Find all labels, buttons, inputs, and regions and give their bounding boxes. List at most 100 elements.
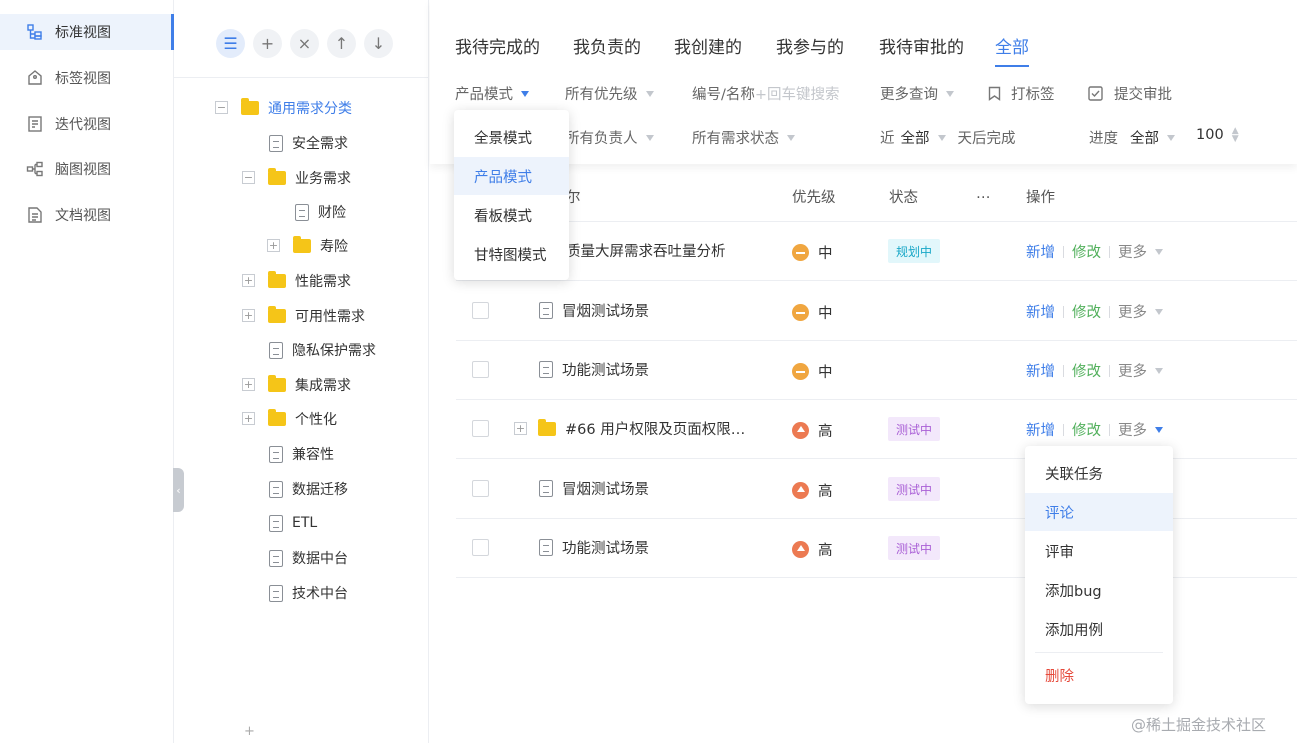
collapse-toggle[interactable]: −	[215, 101, 228, 114]
tree-node-folder[interactable]: + 性能需求	[242, 270, 351, 292]
table-row[interactable]: 质量大屏需求吞吐量分析 中 规划中 新增 修改 更多	[456, 222, 1297, 281]
tree-node-folder[interactable]: + 个性化	[242, 408, 337, 430]
menu-item-delete[interactable]: 删除	[1025, 656, 1173, 694]
progress-filter[interactable]: 进度 全部	[1089, 127, 1175, 148]
add-link[interactable]: 新增	[1026, 241, 1055, 262]
tree-node-folder[interactable]: − 通用需求分类	[215, 97, 352, 119]
column-header-more[interactable]: …	[976, 186, 991, 202]
tab-my-created[interactable]: 我创建的	[674, 33, 742, 58]
edit-link[interactable]: 修改	[1072, 301, 1101, 322]
nav-mindmap-view[interactable]: 脑图视图	[0, 151, 174, 187]
tree-node-folder[interactable]: + 集成需求	[242, 374, 351, 396]
tree-node-doc[interactable]: 财险	[295, 201, 346, 223]
tree-node-doc[interactable]: 安全需求	[269, 132, 348, 154]
expand-toggle[interactable]: +	[514, 422, 527, 435]
row-name[interactable]: #66 用户权限及页面权限…	[538, 418, 745, 439]
tag-icon	[28, 70, 42, 85]
add-node-button[interactable]: +	[253, 29, 282, 58]
more-dropdown-trigger[interactable]: 更多	[1118, 360, 1163, 381]
tree-node-folder[interactable]: + 可用性需求	[242, 305, 365, 327]
add-root-node-icon[interactable]: +	[244, 724, 255, 739]
table-row[interactable]: 功能测试场景 中 新增 修改 更多	[456, 341, 1297, 400]
menu-item-panorama-mode[interactable]: 全景模式	[454, 118, 569, 156]
collapse-toggle[interactable]: −	[242, 171, 255, 184]
tab-all[interactable]: 全部	[995, 33, 1029, 67]
row-name-label: 冒烟测试场景	[562, 482, 649, 498]
column-header-status[interactable]: 状态	[889, 186, 918, 207]
status-filter[interactable]: 所有需求状态	[692, 127, 795, 148]
tab-my-approval[interactable]: 我待审批的	[879, 33, 964, 58]
tree-node-folder[interactable]: − 业务需求	[242, 167, 351, 189]
tab-my-participated[interactable]: 我参与的	[776, 33, 844, 58]
menu-divider	[1035, 652, 1163, 653]
list-icon: ☰	[223, 34, 238, 53]
menu-item-kanban-mode[interactable]: 看板模式	[454, 196, 569, 234]
due-range-filter[interactable]: 近全部 天后完成	[880, 127, 1016, 148]
menu-item-product-mode[interactable]: 产品模式	[454, 157, 569, 195]
iteration-icon	[28, 116, 42, 132]
tree-node-doc[interactable]: 兼容性	[269, 443, 334, 465]
table-row[interactable]: 冒烟测试场景 中 新增 修改 更多	[456, 282, 1297, 341]
collapse-panel-handle[interactable]: ‹	[173, 468, 184, 512]
add-link[interactable]: 新增	[1026, 360, 1055, 381]
expand-toggle[interactable]: +	[242, 309, 255, 322]
edit-link[interactable]: 修改	[1072, 360, 1101, 381]
caret-down-icon	[937, 134, 946, 141]
tree-node-folder[interactable]: + 寿险	[267, 235, 348, 257]
menu-item-comment[interactable]: 评论	[1025, 493, 1173, 531]
row-name[interactable]: 质量大屏需求吞吐量分析	[566, 240, 726, 261]
tab-my-responsible[interactable]: 我负责的	[573, 33, 641, 58]
owner-filter[interactable]: 所有负责人	[565, 127, 654, 148]
row-checkbox[interactable]	[472, 539, 489, 556]
row-checkbox[interactable]	[472, 302, 489, 319]
priority-filter[interactable]: 所有优先级	[565, 83, 654, 104]
menu-item-add-testcase[interactable]: 添加用例	[1025, 610, 1173, 648]
tag-button[interactable]: 打标签	[987, 83, 1055, 104]
page-size-stepper[interactable]: 100 ▲ ▼	[1196, 127, 1239, 144]
nav-iteration-view[interactable]: 迭代视图	[0, 106, 174, 142]
more-label: 更多	[1118, 423, 1147, 439]
expand-toggle[interactable]: +	[242, 378, 255, 391]
search-input[interactable]: 编号/名称 +回车键搜索	[692, 83, 840, 104]
more-dropdown-trigger[interactable]: 更多	[1118, 419, 1163, 440]
menu-item-add-bug[interactable]: 添加bug	[1025, 571, 1173, 609]
add-link[interactable]: 新增	[1026, 419, 1055, 440]
more-dropdown-trigger[interactable]: 更多	[1118, 241, 1163, 262]
menu-item-gantt-mode[interactable]: 甘特图模式	[454, 235, 569, 273]
row-name[interactable]: 冒烟测试场景	[539, 300, 649, 321]
row-checkbox[interactable]	[472, 480, 489, 497]
tree-node-doc[interactable]: ETL	[269, 512, 317, 534]
expand-toggle[interactable]: +	[267, 239, 280, 252]
expand-toggle[interactable]: +	[242, 412, 255, 425]
row-checkbox[interactable]	[472, 420, 489, 437]
tree-node-doc[interactable]: 隐私保护需求	[269, 339, 376, 361]
row-name[interactable]: 功能测试场景	[539, 359, 649, 380]
menu-item-review[interactable]: 评审	[1025, 532, 1173, 570]
tree-node-doc[interactable]: 数据中台	[269, 547, 348, 569]
mode-select-value: 产品模式	[455, 87, 513, 103]
edit-link[interactable]: 修改	[1072, 419, 1101, 440]
move-up-button[interactable]: ↑	[327, 29, 356, 58]
add-link[interactable]: 新增	[1026, 301, 1055, 322]
tab-my-todo[interactable]: 我待完成的	[455, 33, 540, 58]
move-down-button[interactable]: ↓	[364, 29, 393, 58]
nav-standard-view[interactable]: 标准视图	[0, 14, 174, 50]
mode-select[interactable]: 产品模式	[455, 83, 529, 104]
list-view-button[interactable]: ☰	[216, 29, 245, 58]
more-query-button[interactable]: 更多查询	[880, 83, 954, 104]
row-name[interactable]: 功能测试场景	[539, 537, 649, 558]
more-dropdown-trigger[interactable]: 更多	[1118, 301, 1163, 322]
tree-node-doc[interactable]: 技术中台	[269, 582, 348, 604]
caret-down-icon	[787, 134, 795, 141]
menu-item-link-task[interactable]: 关联任务	[1025, 454, 1173, 492]
tree-node-doc[interactable]: 数据迁移	[269, 478, 348, 500]
row-name[interactable]: 冒烟测试场景	[539, 478, 649, 499]
nav-document-view[interactable]: 文档视图	[0, 197, 174, 233]
edit-link[interactable]: 修改	[1072, 241, 1101, 262]
delete-node-button[interactable]: ×	[290, 29, 319, 58]
submit-approval-button[interactable]: 提交审批	[1088, 83, 1172, 104]
nav-tag-view[interactable]: 标签视图	[0, 60, 174, 96]
expand-toggle[interactable]: +	[242, 274, 255, 287]
row-checkbox[interactable]	[472, 361, 489, 378]
column-header-priority[interactable]: 优先级	[792, 186, 836, 207]
